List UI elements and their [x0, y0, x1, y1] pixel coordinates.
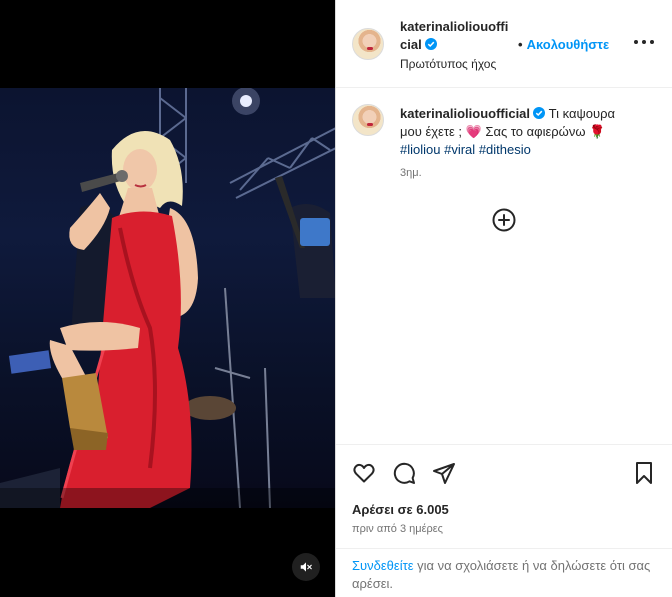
- post-details-pane: katerinalioliouofficial • Ακολουθήστε Πρω…: [336, 0, 672, 597]
- post-header: katerinalioliouofficial • Ακολουθήστε Πρω…: [336, 0, 672, 88]
- hashtag-viral[interactable]: #viral: [444, 142, 475, 157]
- post-actions: Αρέσει σε 6.005 πριν από 3 ημέρες: [336, 444, 672, 548]
- author-username-link[interactable]: katerinalioliouofficial: [400, 18, 510, 54]
- verified-badge-icon: [533, 107, 546, 119]
- caption-username[interactable]: katerinalioliouofficial: [400, 106, 530, 121]
- concert-scene: [0, 88, 335, 508]
- caption-timestamp[interactable]: 3ημ.: [400, 167, 422, 179]
- login-prompt: Συνδεθείτε για να σχολιάσετε ή να δηλώσε…: [336, 548, 672, 597]
- original-audio-link[interactable]: Πρωτότυπος ήχος: [400, 57, 496, 71]
- caption-section: katerinalioliouofficial Τι καψουρα μου έ…: [336, 88, 672, 444]
- follow-button[interactable]: • Ακολουθήστε: [518, 37, 609, 52]
- share-icon[interactable]: [432, 461, 456, 485]
- caption-text: katerinalioliouofficial Τι καψουρα μου έ…: [400, 105, 640, 159]
- hashtag-lioliou[interactable]: #lioliou: [400, 142, 440, 157]
- verified-badge-icon: [424, 38, 437, 50]
- muted-speaker-icon: [300, 562, 312, 572]
- post-video[interactable]: [0, 88, 335, 508]
- media-pane: [0, 0, 336, 597]
- post-date[interactable]: πριν από 3 ημέρες: [352, 523, 443, 535]
- caption-author-avatar[interactable]: [352, 104, 384, 136]
- follow-label: Ακολουθήστε: [526, 37, 610, 52]
- hashtag-dithesio[interactable]: #dithesio: [479, 142, 531, 157]
- heart-icon[interactable]: [352, 461, 376, 485]
- author-username: katerinalioliouofficial: [400, 19, 509, 52]
- add-comment-icon[interactable]: [492, 208, 516, 232]
- author-avatar[interactable]: [352, 28, 384, 60]
- instagram-post: katerinalioliouofficial • Ακολουθήστε Πρω…: [0, 0, 672, 597]
- login-link[interactable]: Συνδεθείτε: [352, 558, 414, 573]
- mute-toggle-button[interactable]: [292, 553, 320, 581]
- bookmark-icon[interactable]: [632, 461, 656, 485]
- follow-separator: •: [518, 37, 523, 52]
- more-options-icon[interactable]: [632, 35, 656, 49]
- comment-icon[interactable]: [392, 461, 416, 485]
- likes-count[interactable]: Αρέσει σε 6.005: [352, 502, 449, 517]
